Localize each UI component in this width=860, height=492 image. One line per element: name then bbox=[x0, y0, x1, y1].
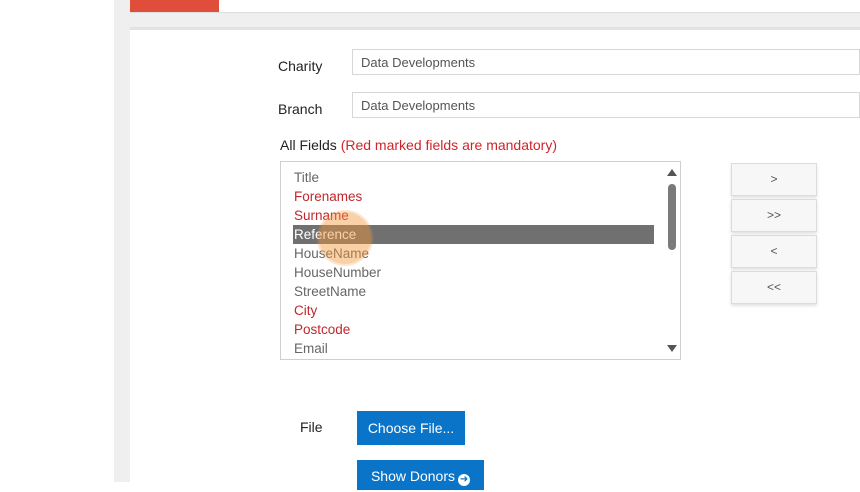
field-option[interactable]: HouseNumber bbox=[293, 263, 654, 282]
add-field-button[interactable]: > bbox=[731, 163, 817, 196]
charity-select[interactable]: Data Developments bbox=[352, 49, 860, 75]
field-option[interactable]: StreetName bbox=[293, 282, 654, 301]
field-list: Title Forenames Surname Reference HouseName H… bbox=[293, 168, 654, 358]
left-gutter bbox=[0, 0, 114, 482]
mandatory-note: (Red marked fields are mandatory) bbox=[340, 137, 557, 153]
tab-strip bbox=[130, 0, 860, 13]
show-donors-button[interactable]: Show Donors ➜ bbox=[357, 460, 484, 490]
branch-select[interactable]: Data Developments bbox=[352, 92, 860, 118]
field-option[interactable]: Forenames bbox=[293, 187, 654, 206]
triangle-up-icon[interactable] bbox=[667, 169, 677, 176]
scrollbar-thumb[interactable] bbox=[668, 184, 676, 250]
field-option[interactable]: Postcode bbox=[293, 320, 654, 339]
field-option[interactable]: HouseName bbox=[293, 244, 654, 263]
add-all-fields-button[interactable]: >> bbox=[731, 199, 817, 232]
remove-all-fields-button[interactable]: << bbox=[731, 271, 817, 304]
active-tab[interactable] bbox=[130, 0, 219, 12]
field-option[interactable]: Email bbox=[293, 339, 654, 358]
field-option[interactable]: City bbox=[293, 301, 654, 320]
remove-field-button[interactable]: < bbox=[731, 235, 817, 268]
field-option[interactable]: Reference bbox=[293, 225, 654, 244]
choose-file-button[interactable]: Choose File... bbox=[357, 411, 465, 445]
all-fields-label: All Fields bbox=[280, 137, 337, 153]
all-fields-listbox[interactable]: Title Forenames Surname Reference HouseName H… bbox=[280, 161, 681, 360]
branch-label: Branch bbox=[278, 101, 323, 117]
triangle-down-icon[interactable] bbox=[667, 345, 677, 352]
charity-label: Charity bbox=[278, 58, 323, 74]
file-label: File bbox=[300, 419, 323, 435]
arrow-circle-right-icon: ➜ bbox=[458, 474, 471, 486]
listbox-scrollbar[interactable] bbox=[664, 162, 680, 359]
field-option[interactable]: Title bbox=[293, 168, 654, 187]
all-fields-heading: All Fields (Red marked fields are mandat… bbox=[280, 137, 557, 153]
field-option[interactable]: Surname bbox=[293, 206, 654, 225]
